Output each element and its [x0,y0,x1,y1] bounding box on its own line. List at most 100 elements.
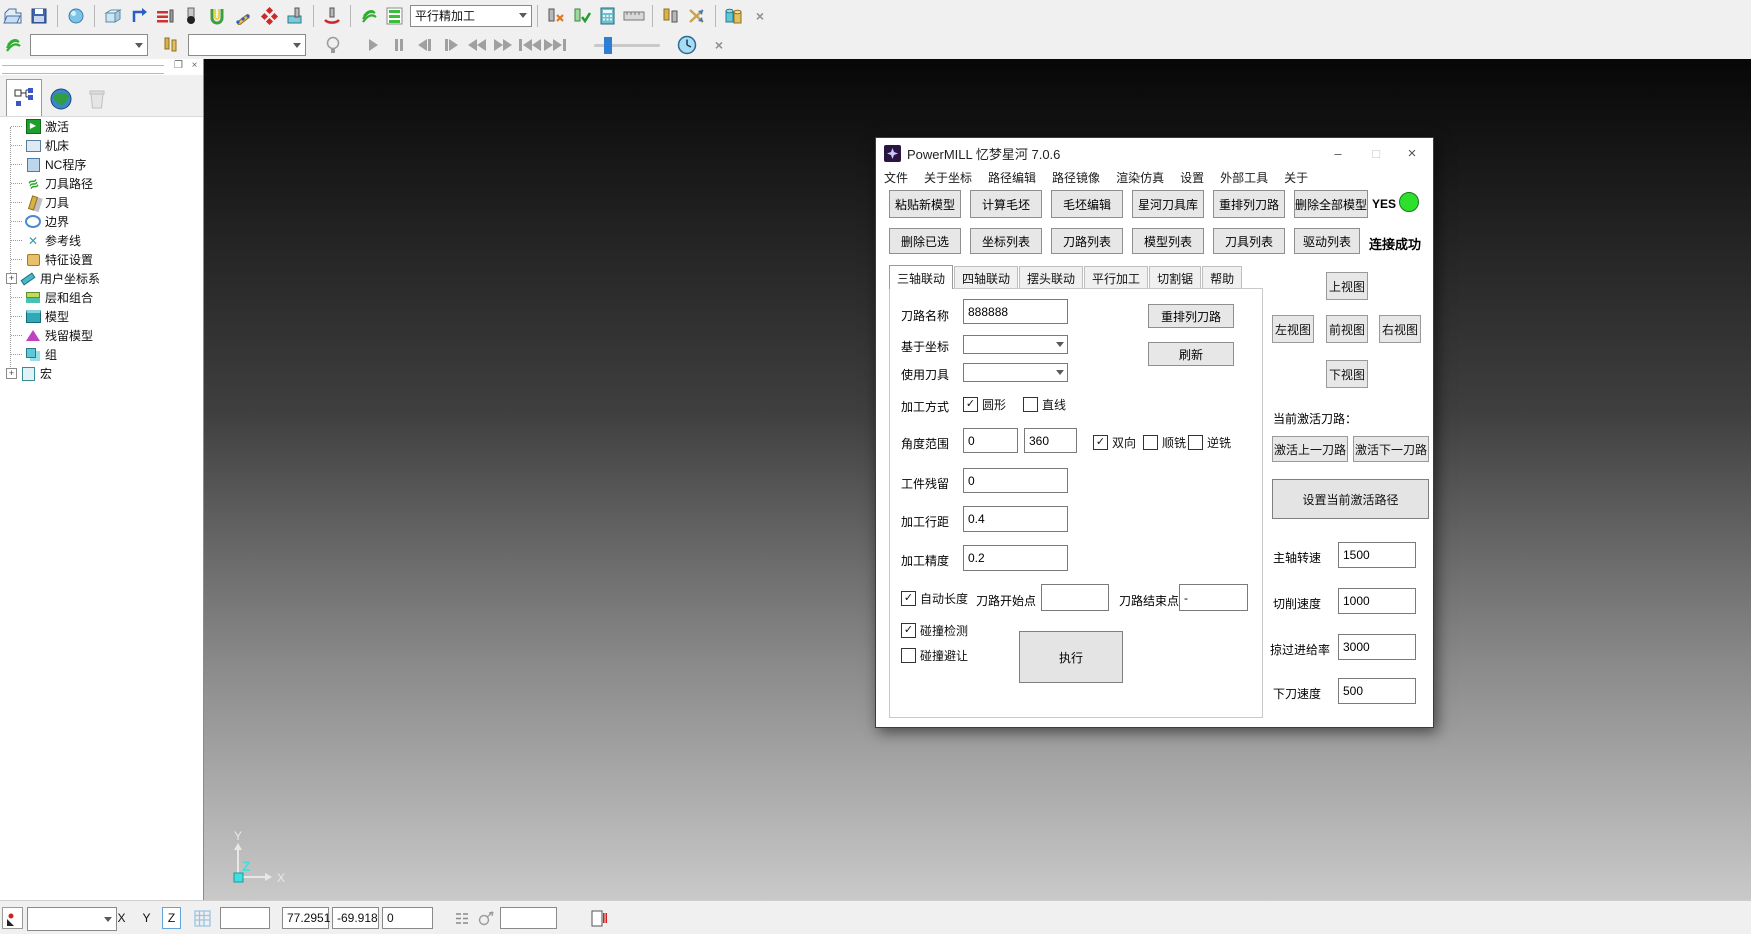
slider-handle[interactable] [604,37,612,54]
cutting-feed-input[interactable] [1338,588,1416,614]
tab-explorer-trash[interactable] [80,82,114,116]
powermill-spiral-icon[interactable] [0,32,26,58]
coord-z-field[interactable]: 0 [382,907,433,929]
activate-next-toolpath-button[interactable]: 激活下一刀路 [1353,436,1429,462]
bidirectional-checkbox[interactable]: ✓双向 [1093,434,1136,451]
rearrange-toolpath-button[interactable]: 重排列刀路 [1213,190,1285,218]
rearrange-toolpath-button-2[interactable]: 重排列刀路 [1148,304,1234,328]
start-point-input[interactable] [1041,584,1109,611]
paste-new-model-button[interactable]: 粘贴新模型 [889,190,961,218]
menu-file[interactable]: 文件 [884,169,908,186]
clock-icon[interactable] [674,32,700,58]
tab-swivel[interactable]: 摆头联动 [1019,266,1083,289]
collision-check-icon[interactable] [319,3,345,29]
menu-render-sim[interactable]: 渲染仿真 [1116,169,1164,186]
pause-icon[interactable] [386,33,412,57]
axis-z-button[interactable]: Z [162,907,181,929]
statusbar-combo[interactable] [27,907,117,931]
auto-length-checkbox[interactable]: ✓自动长度 [901,590,968,607]
open-project-icon[interactable] [0,3,26,29]
tab-saw[interactable]: 切割锯 [1149,266,1201,289]
calculator-icon[interactable] [595,3,621,29]
plunge-feed-input[interactable] [1338,678,1416,704]
toolbar-close-icon[interactable]: × [747,3,773,29]
tool-pair-icon[interactable] [658,3,684,29]
bottom-view-button[interactable]: 下视图 [1326,360,1368,388]
panel-close-icon[interactable]: × [188,60,201,72]
tree-item-layers[interactable]: 层和组合 [0,288,203,307]
strategy-list-icon[interactable] [382,3,408,29]
toolpath-list-button[interactable]: 刀路列表 [1051,228,1123,254]
rewind-icon[interactable] [464,33,490,57]
angle-from-input[interactable] [963,428,1018,453]
front-view-button[interactable]: 前视图 [1326,315,1368,343]
stepover-input[interactable] [963,506,1068,532]
tool-library-button[interactable]: 星河刀具库 [1132,190,1204,218]
tree-item-tool[interactable]: 刀具 [0,193,203,212]
tab-explorer-tree[interactable] [6,79,42,116]
step-forward-icon[interactable] [438,33,464,57]
end-point-input[interactable] [1179,584,1248,611]
angle-to-input[interactable] [1024,428,1077,453]
go-to-end-icon[interactable] [542,33,568,57]
tree-expander-icon[interactable]: + [6,368,17,379]
delete-selected-button[interactable]: 删除已选 [889,228,961,254]
tool-select-icon[interactable] [158,32,184,58]
tree-item-feature-set[interactable]: 特征设置 [0,250,203,269]
tool-delete-icon[interactable] [543,3,569,29]
tree-item-nc-program[interactable]: NC程序 [0,155,203,174]
menu-settings[interactable]: 设置 [1180,169,1204,186]
axis-y-button[interactable]: Y [137,907,156,929]
tree-item-user-coordinate[interactable]: +用户坐标系 [0,269,203,288]
page-marker-icon[interactable] [588,907,610,929]
conventional-mill-checkbox[interactable]: 逆铣 [1188,434,1231,451]
right-view-button[interactable]: 右视图 [1379,315,1421,343]
tab-4axis[interactable]: 四轴联动 [954,266,1018,289]
collision-check-checkbox[interactable]: ✓碰撞检测 [901,622,968,639]
tool-block-icon[interactable] [282,3,308,29]
menu-path-edit[interactable]: 路径编辑 [988,169,1036,186]
grid-size-field[interactable] [220,907,270,929]
coord-base-combo[interactable] [963,335,1068,354]
tool-select-combo[interactable] [963,363,1068,382]
refresh-button[interactable]: 刷新 [1148,342,1234,366]
tree-expander-icon[interactable]: + [6,273,17,284]
tool-select-combo[interactable] [188,34,306,56]
close-icon[interactable]: × [1397,142,1427,164]
spindle-speed-input[interactable] [1338,542,1416,568]
ruler-icon[interactable] [621,3,647,29]
tool-check-icon[interactable] [569,3,595,29]
toolbar-close-icon[interactable]: × [706,32,732,58]
simulation-speed-slider[interactable] [594,44,660,47]
go-to-start-icon[interactable] [516,33,542,57]
menu-coordinates[interactable]: 关于坐标 [924,169,972,186]
menu-external-tools[interactable]: 外部工具 [1220,169,1268,186]
panel-restore-icon[interactable]: ❐ [172,60,185,72]
step-back-icon[interactable] [412,33,438,57]
mode-line-checkbox[interactable]: 直线 [1023,396,1066,413]
pattern-points-icon[interactable] [256,3,282,29]
save-project-icon[interactable] [26,3,52,29]
collision-avoid-checkbox[interactable]: 碰撞避让 [901,647,968,664]
play-icon[interactable] [360,33,386,57]
set-active-path-button[interactable]: 设置当前激活路径 [1272,479,1429,519]
marker-button[interactable] [2,907,23,929]
left-view-button[interactable]: 左视图 [1272,315,1314,343]
tab-3axis[interactable]: 三轴联动 [889,265,953,289]
activate-prev-toolpath-button[interactable]: 激活上一刀路 [1272,436,1348,462]
coord-list-icon[interactable] [452,907,472,929]
toolpath-select-combo[interactable] [30,34,148,56]
tree-item-boundary[interactable]: 边界 [0,212,203,231]
tab-explorer-globe[interactable] [44,82,78,116]
fast-forward-icon[interactable] [490,33,516,57]
axis-x-button[interactable]: X [112,907,131,929]
skim-feed-input[interactable] [1338,634,1416,660]
tree-item-reference-line[interactable]: ✕参考线 [0,231,203,250]
dialog-titlebar[interactable]: PowerMILL 忆梦星河 7.0.6 – □ × [876,138,1433,168]
curve-editor-icon[interactable] [230,3,256,29]
coord-list-button[interactable]: 坐标列表 [970,228,1042,254]
tool-list-button[interactable]: 刀具列表 [1213,228,1285,254]
stock-edit-button[interactable]: 毛坯编辑 [1051,190,1123,218]
ball-tool-icon[interactable] [178,3,204,29]
minimize-icon[interactable]: – [1323,142,1353,164]
